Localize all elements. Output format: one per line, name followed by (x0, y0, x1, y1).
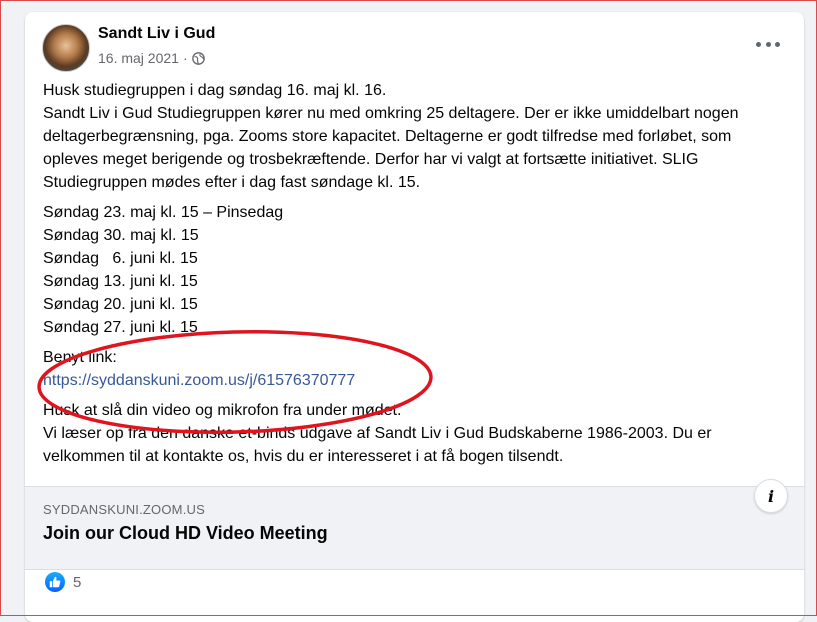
info-icon[interactable]: i (754, 479, 788, 513)
post-meta: 16. maj 2021 · (98, 50, 205, 66)
schedule-item: Søndag 6. juni kl. 15 (43, 250, 198, 267)
author-name[interactable]: Sandt Liv i Gud (98, 25, 215, 43)
post-date[interactable]: 16. maj 2021 (98, 50, 179, 66)
post-body: Husk studiegruppen i dag søndag 16. maj … (43, 79, 788, 468)
schedule-item: Søndag 13. juni kl. 15 (43, 273, 198, 290)
globe-icon (191, 51, 205, 65)
schedule-item: Søndag 30. maj kl. 15 (43, 227, 199, 244)
link-preview[interactable]: SYDDANSKUNI.ZOOM.US Join our Cloud HD Vi… (25, 479, 804, 570)
schedule-item: Søndag 23. maj kl. 15 – Pinsedag (43, 204, 284, 221)
closing-line-2: Vi læser op fra den danske et-binds udga… (43, 425, 712, 465)
post-intro: Husk studiegruppen i dag søndag 16. maj … (43, 82, 739, 191)
reactions-bar[interactable]: 5 (45, 572, 81, 592)
link-label: Benyt link: (43, 349, 117, 366)
meta-separator: · (182, 50, 188, 66)
preview-title[interactable]: Join our Cloud HD Video Meeting (43, 523, 328, 544)
author-avatar[interactable] (42, 24, 90, 72)
thumbs-up-icon (49, 576, 61, 588)
schedule-list: Søndag 23. maj kl. 15 – Pinsedag Søndag … (43, 201, 788, 339)
closing-line-1: Husk at slå din video og mikrofon fra un… (43, 402, 402, 419)
preview-domain: SYDDANSKUNI.ZOOM.US (43, 502, 205, 517)
reaction-count[interactable]: 5 (73, 574, 81, 591)
facebook-post-card: Sandt Liv i Gud 16. maj 2021 · Husk stud… (25, 12, 804, 622)
like-icon (45, 572, 65, 592)
schedule-item: Søndag 27. juni kl. 15 (43, 319, 198, 336)
zoom-meeting-link[interactable]: https://syddanskuni.zoom.us/j/6157637077… (43, 372, 355, 389)
more-options-icon[interactable] (756, 34, 780, 54)
schedule-item: Søndag 20. juni kl. 15 (43, 296, 198, 313)
